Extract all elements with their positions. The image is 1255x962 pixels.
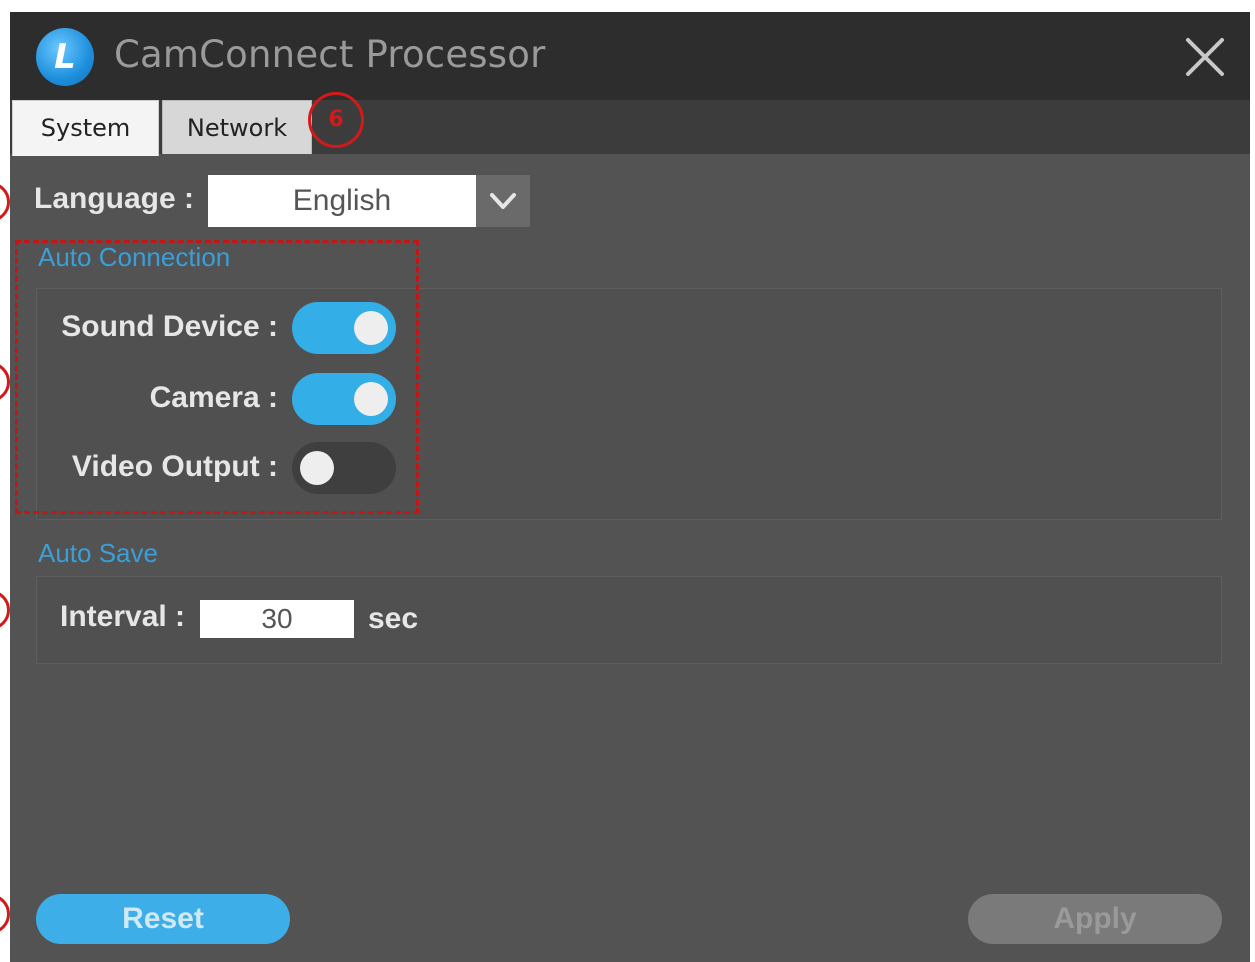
tab-system[interactable]: System	[12, 100, 159, 156]
video-output-label: Video Output :	[71, 450, 278, 483]
auto-save-title: Auto Save	[38, 538, 158, 568]
reset-button[interactable]: Reset	[36, 894, 290, 944]
annotation-edge-marker	[0, 894, 10, 934]
annotation-edge-marker	[0, 182, 10, 222]
close-icon	[1186, 38, 1224, 76]
toggle-knob	[354, 382, 388, 416]
toggle-knob	[300, 451, 334, 485]
language-value: English	[208, 175, 476, 227]
close-button[interactable]	[1182, 34, 1228, 80]
language-label: Language :	[34, 182, 195, 215]
logo-letter: L	[54, 37, 76, 77]
title-bar: L CamConnect Processor	[10, 12, 1250, 100]
interval-unit: sec	[368, 602, 419, 635]
apply-button[interactable]: Apply	[968, 894, 1222, 944]
language-select[interactable]: English	[208, 175, 530, 227]
app-logo: L	[36, 28, 94, 86]
settings-window: L CamConnect Processor System Network 6 …	[10, 12, 1250, 962]
chevron-down-icon	[490, 193, 516, 209]
annotation-marker: 6	[308, 92, 364, 148]
toggle-knob	[354, 311, 388, 345]
sound-device-label: Sound Device :	[61, 310, 278, 343]
camera-label: Camera :	[149, 381, 278, 414]
tab-network[interactable]: Network	[162, 100, 312, 154]
language-dropdown-toggle[interactable]	[476, 175, 530, 227]
interval-input[interactable]	[200, 600, 354, 638]
window-title: CamConnect Processor	[114, 33, 546, 76]
annotation-edge-marker	[0, 362, 10, 402]
video-output-toggle[interactable]	[292, 442, 396, 494]
tab-bar: System Network	[10, 100, 1250, 156]
camera-toggle[interactable]	[292, 373, 396, 425]
annotation-edge-marker	[0, 590, 10, 630]
sound-device-toggle[interactable]	[292, 302, 396, 354]
interval-label: Interval :	[60, 600, 186, 633]
